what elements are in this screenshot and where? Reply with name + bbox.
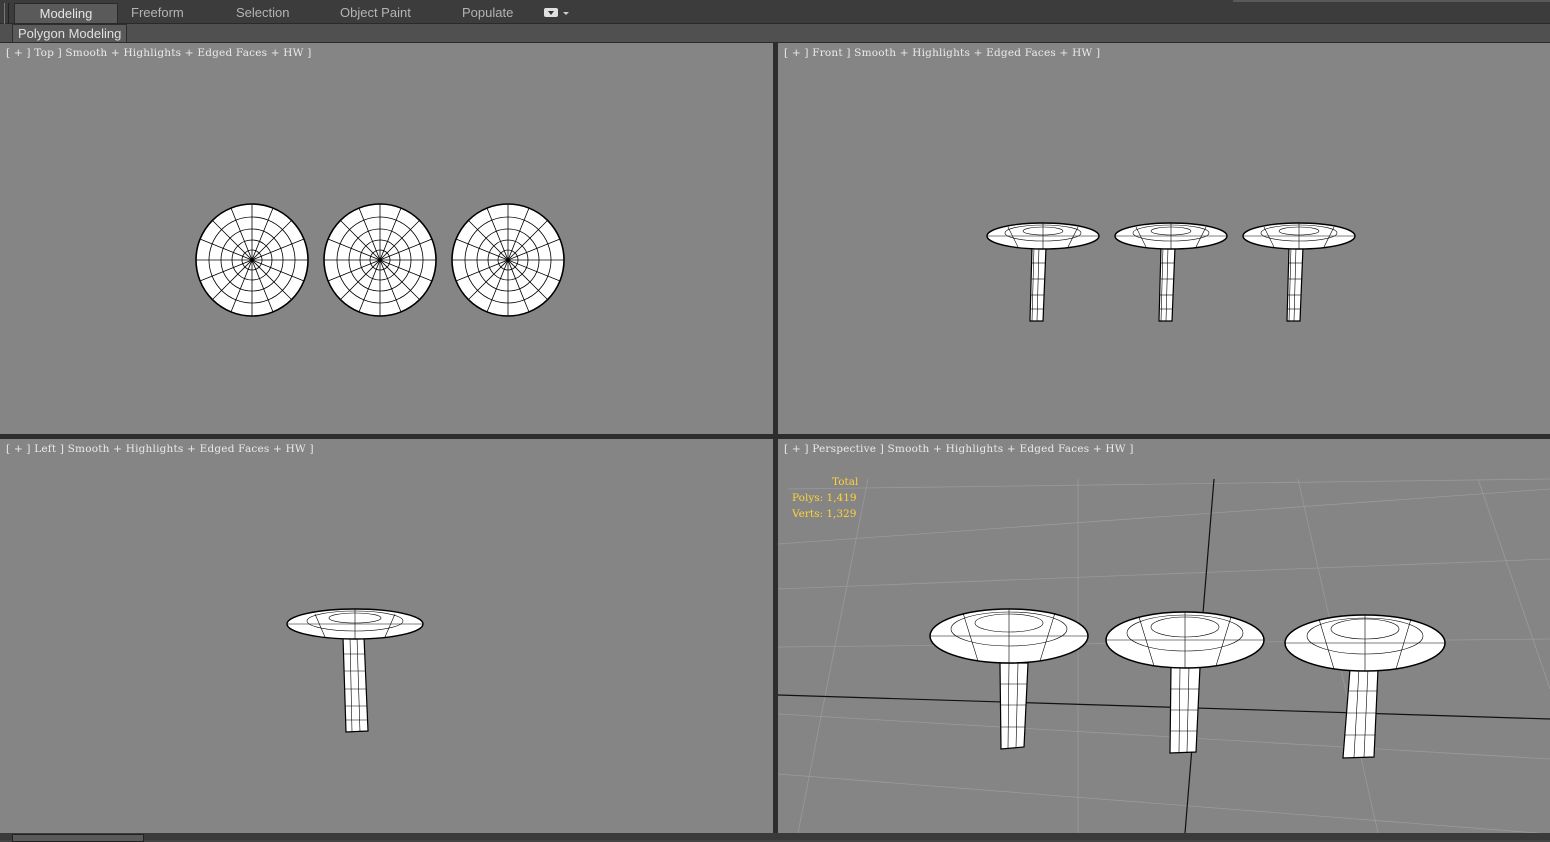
chevron-down-icon[interactable] [563, 12, 569, 15]
mushroom-front-3 [1242, 222, 1356, 322]
viewport-left[interactable]: [ + ] Left ] Smooth + Highlights + Edged… [0, 439, 773, 833]
tab-freeform[interactable]: Freeform [131, 3, 184, 22]
mushroom-top-2 [323, 203, 437, 317]
mushroom-left [286, 608, 424, 733]
left-view-scene [286, 608, 424, 733]
mushroom-persp-3 [1284, 614, 1446, 759]
top-view-scene [195, 203, 565, 317]
viewport-perspective[interactable]: [ + ] Perspective ] Smooth + Highlights … [778, 439, 1550, 833]
ribbon-tab-bar: Modeling Freeform Selection Object Paint… [0, 0, 1550, 24]
polygon-modeling-button[interactable]: Polygon Modeling [12, 24, 128, 43]
tab-modeling[interactable]: Modeling [14, 3, 118, 23]
viewport-settings-dropdown-icon[interactable] [544, 8, 558, 17]
tab-object-paint[interactable]: Object Paint [340, 3, 411, 22]
perspective-view-scene [778, 478, 1550, 833]
mushroom-top-3 [451, 203, 565, 317]
ribbon-panel-bar: Polygon Modeling [0, 24, 1550, 43]
viewport-layout: [ + ] Top ] Smooth + Highlights + Edged … [0, 43, 1550, 833]
tab-selection[interactable]: Selection [236, 3, 289, 22]
mushroom-front-2 [1114, 222, 1228, 322]
viewport-front[interactable]: [ + ] Front ] Smooth + Highlights + Edge… [778, 43, 1550, 434]
mushroom-top-1 [195, 203, 309, 317]
front-view-scene [986, 222, 1356, 322]
mushroom-persp-1 [929, 608, 1089, 750]
viewport-top[interactable]: [ + ] Top ] Smooth + Highlights + Edged … [0, 43, 773, 434]
mushroom-persp-2 [1105, 611, 1265, 754]
tab-populate[interactable]: Populate [462, 3, 513, 22]
time-slider-bar [0, 833, 1550, 842]
mushroom-front-1 [986, 222, 1100, 322]
ribbon-divider [1233, 0, 1550, 2]
time-slider[interactable] [12, 834, 144, 842]
